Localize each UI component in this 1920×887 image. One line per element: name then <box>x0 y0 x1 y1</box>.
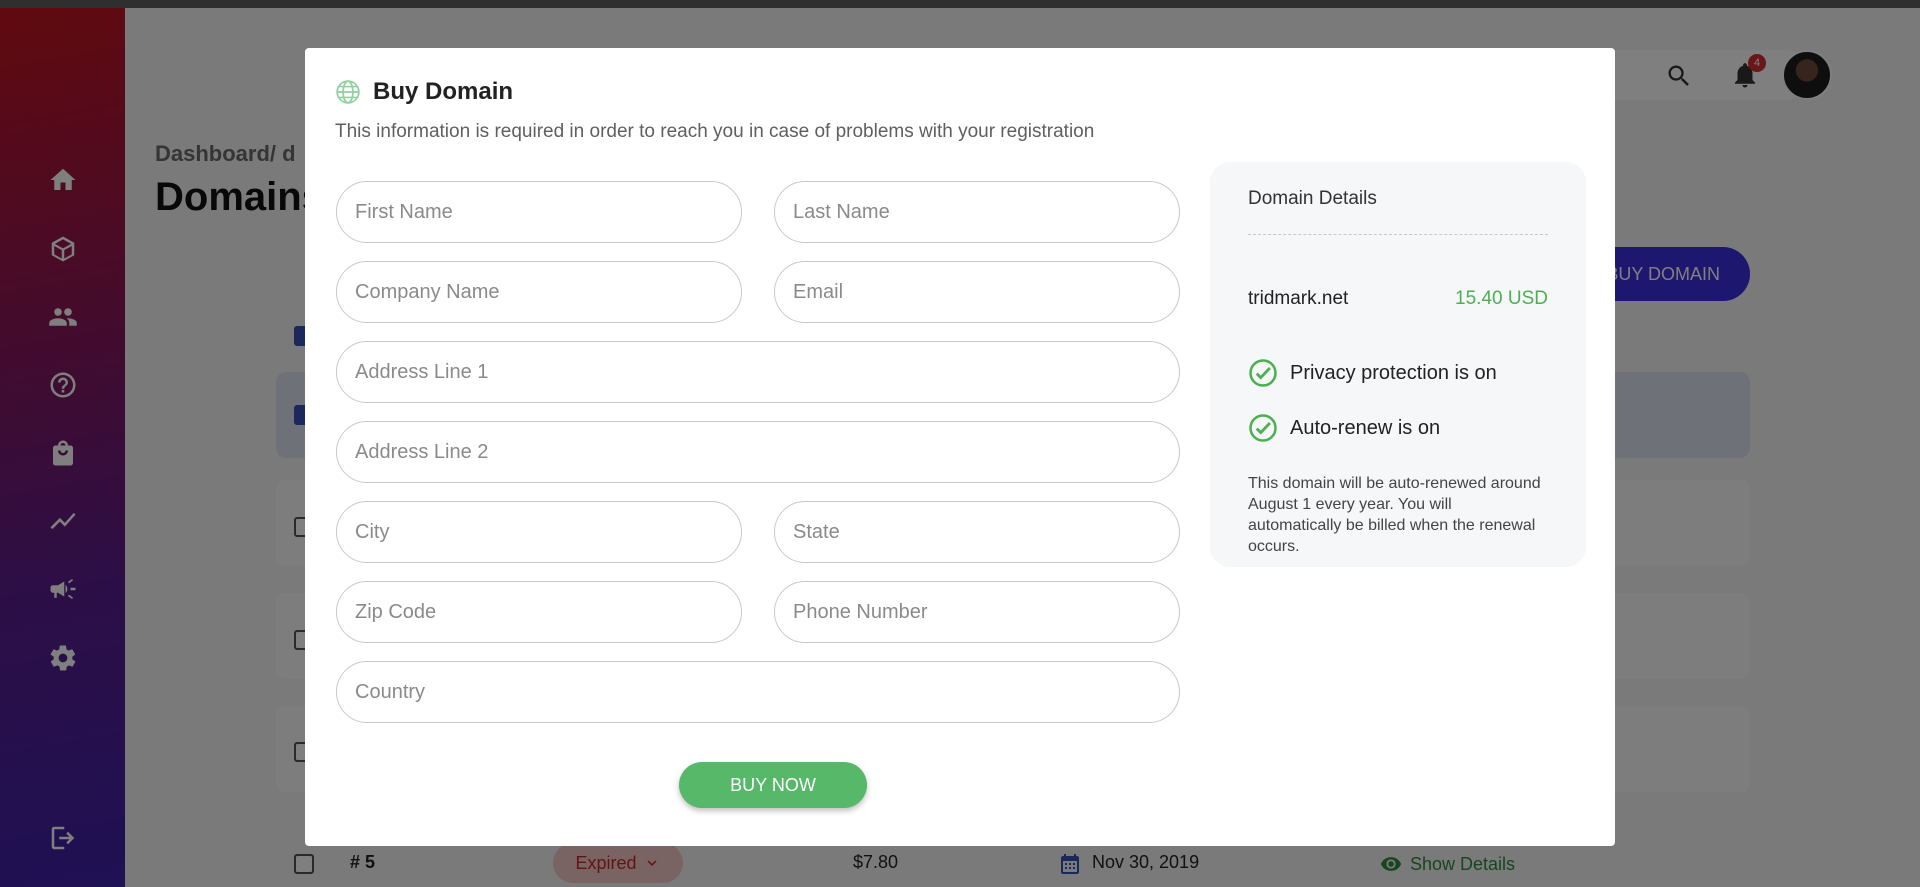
email-field[interactable] <box>774 261 1180 323</box>
address-line-2-field[interactable] <box>336 421 1180 483</box>
city-field[interactable] <box>336 501 742 563</box>
domain-details-panel: Domain Details tridmark.net 15.40 USD Pr… <box>1210 162 1586 567</box>
phone-number-field[interactable] <box>774 581 1180 643</box>
company-name-field[interactable] <box>336 261 742 323</box>
address-line-2-input[interactable] <box>337 422 1179 482</box>
country-field[interactable] <box>336 661 1180 723</box>
first-name-input[interactable] <box>337 182 741 242</box>
dialog-header: Buy Domain <box>335 78 513 106</box>
address-line-1-field[interactable] <box>336 341 1180 403</box>
privacy-protection-label: Privacy protection is on <box>1290 361 1497 384</box>
domain-price: 15.40 USD <box>1455 288 1548 309</box>
buy-domain-dialog: Buy Domain This information is required … <box>305 48 1615 846</box>
company-name-input[interactable] <box>337 262 741 322</box>
phone-number-input[interactable] <box>775 582 1179 642</box>
buy-now-button[interactable]: BUY NOW <box>679 762 867 808</box>
check-circle-icon <box>1249 414 1277 442</box>
dialog-subtitle: This information is required in order to… <box>335 121 1095 142</box>
domain-details-title: Domain Details <box>1248 188 1377 209</box>
zip-code-field[interactable] <box>336 581 742 643</box>
last-name-field[interactable] <box>774 181 1180 243</box>
auto-renew-label: Auto-renew is on <box>1290 416 1441 439</box>
auto-renew-status: Auto-renew is on <box>1248 413 1440 443</box>
dialog-title: Buy Domain <box>373 78 514 105</box>
domain-name: tridmark.net <box>1248 288 1349 309</box>
email-input[interactable] <box>775 262 1179 322</box>
globe-icon <box>336 80 360 104</box>
state-input[interactable] <box>775 502 1179 562</box>
auto-renew-note: This domain will be auto-renewed around … <box>1248 475 1541 555</box>
first-name-field[interactable] <box>336 181 742 243</box>
city-input[interactable] <box>337 502 741 562</box>
privacy-protection-status: Privacy protection is on <box>1248 358 1497 388</box>
last-name-input[interactable] <box>775 182 1179 242</box>
divider <box>1248 234 1548 235</box>
zip-code-input[interactable] <box>337 582 741 642</box>
state-field[interactable] <box>774 501 1180 563</box>
country-input[interactable] <box>337 662 1179 722</box>
address-line-1-input[interactable] <box>337 342 1179 402</box>
check-circle-icon <box>1249 359 1277 387</box>
